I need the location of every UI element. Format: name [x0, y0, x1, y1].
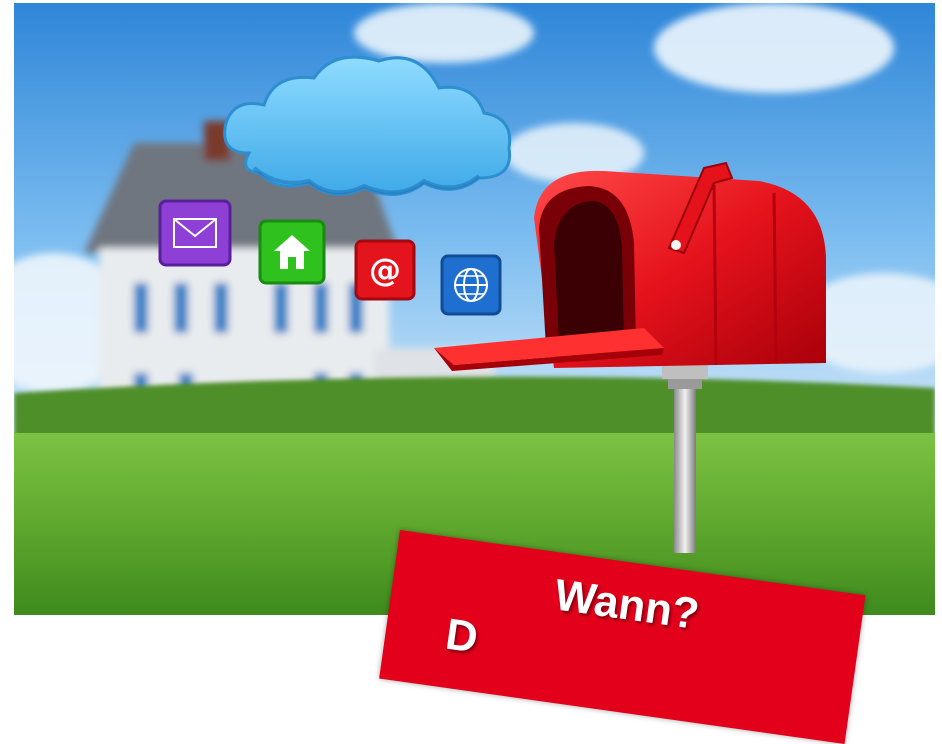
scene-illustration: @ [14, 3, 935, 615]
globe-icon [440, 254, 502, 316]
home-icon [258, 219, 326, 285]
at-sign-icon: @ [354, 239, 416, 301]
envelope-icon [158, 199, 232, 267]
photo-scene: @ [14, 3, 935, 615]
banner-subline: D [442, 609, 481, 663]
svg-text:@: @ [369, 251, 401, 289]
